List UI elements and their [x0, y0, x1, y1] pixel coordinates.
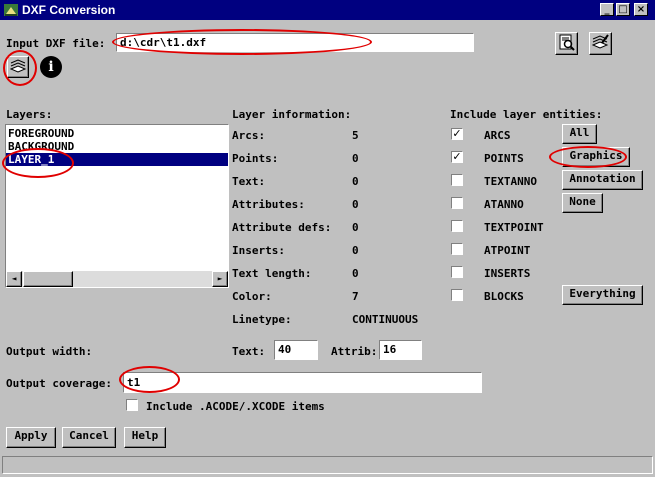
info-arcs-value: 5 — [352, 129, 359, 142]
help-button[interactable]: Help — [124, 427, 166, 448]
apply-button[interactable]: Apply — [6, 427, 56, 448]
info-attributes-value: 0 — [352, 198, 359, 211]
annotation-ring — [2, 148, 74, 178]
include-codes-label: Include .ACODE/.XCODE items — [146, 400, 325, 413]
info-attribute-defs-value: 0 — [352, 221, 359, 234]
layers-hscrollbar[interactable]: ◄ ► — [6, 271, 228, 287]
check-icon: ✓ — [452, 150, 462, 163]
annotation-button[interactable]: Annotation — [562, 170, 643, 190]
annotation-ring — [119, 366, 180, 393]
browse-file-button[interactable] — [555, 32, 578, 55]
layer-info-label: Layer information: — [232, 108, 352, 121]
maximize-button[interactable]: □ — [616, 3, 630, 16]
atanno-checkbox[interactable] — [451, 197, 463, 209]
info-text-length-value: 0 — [352, 267, 359, 280]
atpoint-label: ATPOINT — [484, 244, 531, 257]
close-button[interactable]: × — [634, 3, 648, 16]
inserts-checkbox[interactable] — [451, 266, 463, 278]
textanno-checkbox[interactable] — [451, 174, 463, 186]
cancel-button[interactable]: Cancel — [62, 427, 116, 448]
info-points-label: Points: — [232, 152, 279, 165]
layer-item-foreground[interactable]: FOREGROUND — [6, 127, 228, 140]
textpoint-label: TEXTPOINT — [484, 221, 544, 234]
info-linetype-value: CONTINUOUS — [352, 313, 419, 326]
arcs-checkbox[interactable]: ✓ — [451, 128, 463, 140]
status-bar — [2, 456, 653, 474]
annotation-ring — [549, 146, 627, 168]
info-attributes-label: Attributes: — [232, 198, 305, 211]
scroll-right-arrow[interactable]: ► — [212, 271, 228, 287]
info-inserts-value: 0 — [352, 244, 359, 257]
info-color-label: Color: — [232, 290, 272, 303]
layers-pencil-icon — [591, 34, 609, 49]
include-codes-checkbox[interactable] — [126, 399, 138, 411]
info-linetype-label: Linetype: — [232, 313, 292, 326]
dxf-conversion-window: DXF Conversion _ □ × Input DXF file: d:\… — [0, 0, 655, 477]
info-text-length-label: Text length: — [232, 267, 312, 280]
output-coverage-label: Output coverage: — [6, 377, 112, 390]
points-label: POINTS — [484, 152, 524, 165]
textanno-label: TEXTANNO — [484, 175, 537, 188]
all-button[interactable]: All — [562, 124, 597, 144]
text-width-input[interactable]: 40 — [274, 340, 318, 360]
info-text-value: 0 — [352, 175, 359, 188]
input-dxf-label: Input DXF file: — [6, 37, 106, 50]
app-icon — [4, 4, 18, 16]
info-attribute-defs-label: Attribute defs: — [232, 221, 332, 234]
atanno-label: ATANNO — [484, 198, 524, 211]
layers-label: Layers: — [6, 108, 53, 121]
info-inserts-label: Inserts: — [232, 244, 285, 257]
window-title: DXF Conversion — [22, 3, 116, 17]
scroll-left-arrow[interactable]: ◄ — [6, 271, 22, 287]
textpoint-checkbox[interactable] — [451, 220, 463, 232]
atpoint-checkbox[interactable] — [451, 243, 463, 255]
file-search-icon — [559, 34, 575, 51]
attrib-width-label: Attrib: — [331, 345, 378, 358]
info-color-value: 7 — [352, 290, 359, 303]
points-checkbox[interactable]: ✓ — [451, 151, 463, 163]
layers-edit-button[interactable] — [589, 32, 612, 55]
text-width-label: Text: — [232, 345, 266, 358]
blocks-checkbox[interactable] — [451, 289, 463, 301]
arcs-label: ARCS — [484, 129, 511, 142]
none-button[interactable]: None — [562, 193, 603, 213]
entities-label: Include layer entities: — [450, 108, 603, 121]
check-icon: ✓ — [452, 127, 462, 140]
info-arcs-label: Arcs: — [232, 129, 266, 142]
blocks-label: BLOCKS — [484, 290, 524, 303]
output-width-label: Output width: — [6, 345, 93, 358]
everything-button[interactable]: Everything — [562, 285, 643, 305]
attrib-width-input[interactable]: 16 — [379, 340, 422, 360]
info-icon[interactable]: i — [40, 56, 62, 78]
info-points-value: 0 — [352, 152, 359, 165]
annotation-ring — [112, 29, 372, 55]
annotation-ring — [3, 50, 37, 86]
scroll-thumb[interactable] — [23, 271, 73, 287]
inserts-label: INSERTS — [484, 267, 531, 280]
info-text-label: Text: — [232, 175, 266, 188]
minimize-button[interactable]: _ — [600, 3, 614, 16]
